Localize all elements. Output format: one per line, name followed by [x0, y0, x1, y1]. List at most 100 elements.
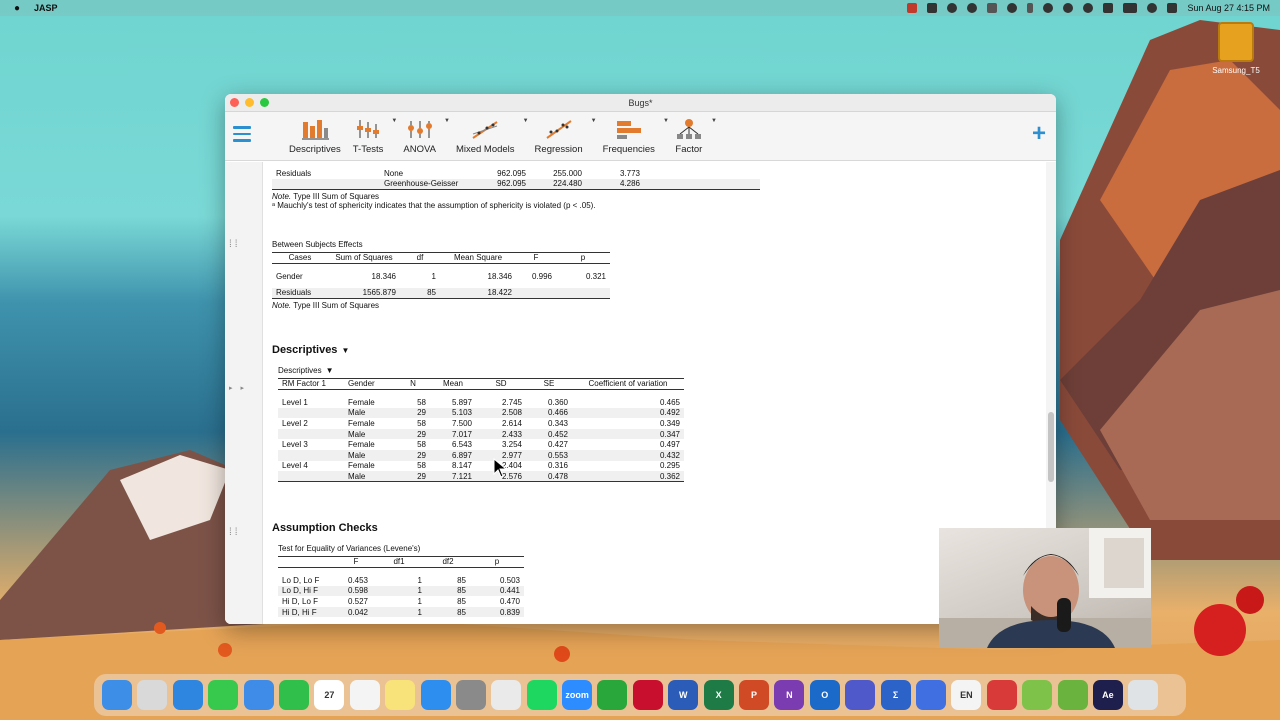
drag-handle-icon[interactable]: ⁞⁞: [229, 527, 241, 538]
table-header: F df1 df2 p: [278, 556, 524, 568]
audio-icon[interactable]: [987, 3, 998, 13]
drag-handle-icon[interactable]: ⁞⁞: [229, 239, 241, 250]
menu-bar: ● JASP Sun Aug 27 4:15 PM: [0, 0, 1280, 16]
apple-menu-icon[interactable]: ●: [14, 3, 20, 14]
table-row: Male 29 7.017 2.433 0.452 0.347: [278, 428, 684, 440]
wifi-icon[interactable]: [1103, 3, 1114, 13]
descriptives-rows: Level 1 Female 58 5.897 2.745 0.360 0.465 Male 2…: [278, 397, 684, 482]
collapse-triangle-icon: ▼: [325, 366, 334, 375]
spreadsheet-icon[interactable]: [915, 680, 946, 710]
ribbon-frequencies[interactable]: ▼ Frequencies: [597, 116, 669, 160]
ribbon-anova[interactable]: ▼ ANOVA: [397, 116, 450, 160]
trash-icon[interactable]: [1128, 680, 1159, 710]
table-row: Level 4 Female 58 8.147 2.404 0.316 0.295: [282, 461, 680, 471]
cloud-icon[interactable]: [967, 3, 978, 13]
battery-icon[interactable]: [1123, 3, 1138, 13]
add-module-button[interactable]: +: [1032, 120, 1046, 148]
ribbon-factor[interactable]: ▼ Factor: [669, 116, 716, 160]
clock[interactable]: Sun Aug 27 4:15 PM: [1187, 3, 1270, 13]
factor-icon: [675, 116, 703, 140]
clip-icon[interactable]: [1027, 3, 1034, 13]
outlook-icon[interactable]: O: [809, 680, 840, 710]
excel-icon[interactable]: X: [703, 680, 734, 710]
descriptives-subtitle[interactable]: Descriptives ▼: [278, 366, 684, 375]
word-icon[interactable]: W: [668, 680, 699, 710]
notes-icon[interactable]: [385, 680, 416, 710]
table-row: Male 29 7.121 2.576 0.478 0.362: [278, 471, 684, 482]
table-row: Residuals None 962.095 255.000 3.773: [276, 168, 640, 178]
record-icon[interactable]: [907, 3, 918, 13]
search-icon[interactable]: [1147, 3, 1158, 13]
table-note: Note. Type III Sum of Squares: [272, 300, 380, 310]
table-row: Male 29 5.103 2.508 0.466 0.492: [278, 407, 684, 419]
between-subjects-section: Between Subjects Effects Cases Sum of Sq…: [272, 240, 610, 310]
app-menu[interactable]: JASP: [34, 3, 58, 13]
calendar-icon[interactable]: 27: [314, 680, 345, 710]
window-title: Bugs*: [628, 97, 653, 108]
between-subjects-table: Cases Sum of Squares df Mean Square F p …: [272, 252, 610, 299]
table-row: Level 1 Female 58 5.897 2.745 0.360 0.465: [282, 397, 680, 407]
ribbon-t-tests[interactable]: ▼ T-Tests: [347, 116, 398, 160]
levene-title: Test for Equality of Variances (Levene's…: [278, 544, 421, 553]
teams-icon[interactable]: [845, 680, 876, 710]
ribbon-regression[interactable]: ▼ Regression: [529, 116, 597, 160]
jasp2-icon[interactable]: [1057, 680, 1088, 710]
system-settings-icon[interactable]: [455, 680, 486, 710]
descriptives-icon: [289, 116, 341, 140]
anova-icon: [403, 116, 436, 140]
spotify-icon[interactable]: [526, 680, 557, 710]
ribbon-descriptives[interactable]: Descriptives: [283, 116, 347, 160]
zoom-icon[interactable]: zoom: [562, 680, 593, 710]
desktop-drive[interactable]: Samsung_T5: [1206, 22, 1266, 75]
calculator-icon[interactable]: Σ: [880, 680, 911, 710]
ribbon: Descriptives ▼ T-Tests ▼ ANOVA ▼ Mixed M…: [225, 112, 1056, 161]
play-icon[interactable]: [1083, 3, 1094, 13]
results-pane: ⁞⁞ ▸ ▸ ⁞⁞ Residuals None 962.095 255.000…: [225, 162, 1056, 624]
acrobat-icon[interactable]: [632, 680, 663, 710]
table-row: Hi D, Hi F 0.042 1 85 0.839: [278, 606, 524, 618]
launchpad-icon[interactable]: [137, 680, 168, 710]
jasp-icon[interactable]: [1022, 680, 1053, 710]
table-row: Lo D, Lo F 0.453 1 85 0.503: [282, 575, 520, 585]
mail-icon[interactable]: [243, 680, 274, 710]
chrome-icon[interactable]: [491, 680, 522, 710]
table-row: Hi D, Lo F 0.527 1 85 0.470: [282, 597, 520, 607]
info-icon[interactable]: [1007, 3, 1018, 13]
globe-icon[interactable]: [947, 3, 958, 13]
powerpoint-icon[interactable]: P: [739, 680, 770, 710]
between-subjects-title: Between Subjects Effects: [272, 240, 363, 249]
facetime-icon[interactable]: [278, 680, 309, 710]
descriptives-table: RM Factor 1 Gender N Mean SD SE Coeffici…: [278, 378, 684, 397]
finder-icon[interactable]: [102, 680, 132, 710]
ribbon-mixed-models[interactable]: ▼ Mixed Models: [450, 116, 529, 160]
descriptives-heading[interactable]: Descriptives ▼: [272, 344, 684, 356]
reminders-icon[interactable]: [349, 680, 380, 710]
menu-icon[interactable]: [233, 126, 251, 146]
safari-icon[interactable]: [172, 680, 203, 710]
table-row: Residuals 1565.879 85 18.422: [272, 287, 610, 299]
drive-label: Samsung_T5: [1212, 66, 1260, 75]
grid-icon[interactable]: [927, 3, 938, 13]
messages-icon[interactable]: [208, 680, 239, 710]
sphericity-footnote: ᵃ Mauchly's test of sphericity indicates…: [272, 200, 596, 210]
results-gutter: ⁞⁞ ▸ ▸ ⁞⁞: [225, 162, 263, 624]
table-row: Male 29 6.897 2.977 0.553 0.432: [278, 450, 684, 461]
regression-icon: [535, 116, 583, 140]
app-store-icon[interactable]: [420, 680, 451, 710]
table-row: Level 3 Female 58 6.543 3.254 0.427 0.497: [282, 440, 680, 450]
control-center-icon[interactable]: [1167, 3, 1178, 13]
onenote-icon[interactable]: N: [774, 680, 805, 710]
bluetooth-icon[interactable]: [1043, 3, 1054, 13]
expand-arrows-icon[interactable]: ▸ ▸: [229, 384, 247, 392]
table-header: RM Factor 1 Gender N Mean SD SE Coeffici…: [278, 378, 684, 390]
jasp-window: Bugs* Descriptives ▼ T-Tests ▼ ANOVA ▼ M…: [225, 94, 1056, 624]
collapse-triangle-icon: ▼: [341, 346, 350, 355]
after-effects-icon[interactable]: Ae: [1092, 680, 1123, 710]
parallels-icon[interactable]: [986, 680, 1017, 710]
assumption-checks-heading[interactable]: Assumption Checks: [272, 522, 524, 534]
within-residuals-table: Residuals None 962.095 255.000 3.773 Gre…: [272, 168, 760, 190]
moon-icon[interactable]: [1063, 3, 1074, 13]
presenter-video: [939, 528, 1151, 648]
camtasia-icon[interactable]: [597, 680, 628, 710]
keyboard-icon[interactable]: EN: [951, 680, 982, 710]
